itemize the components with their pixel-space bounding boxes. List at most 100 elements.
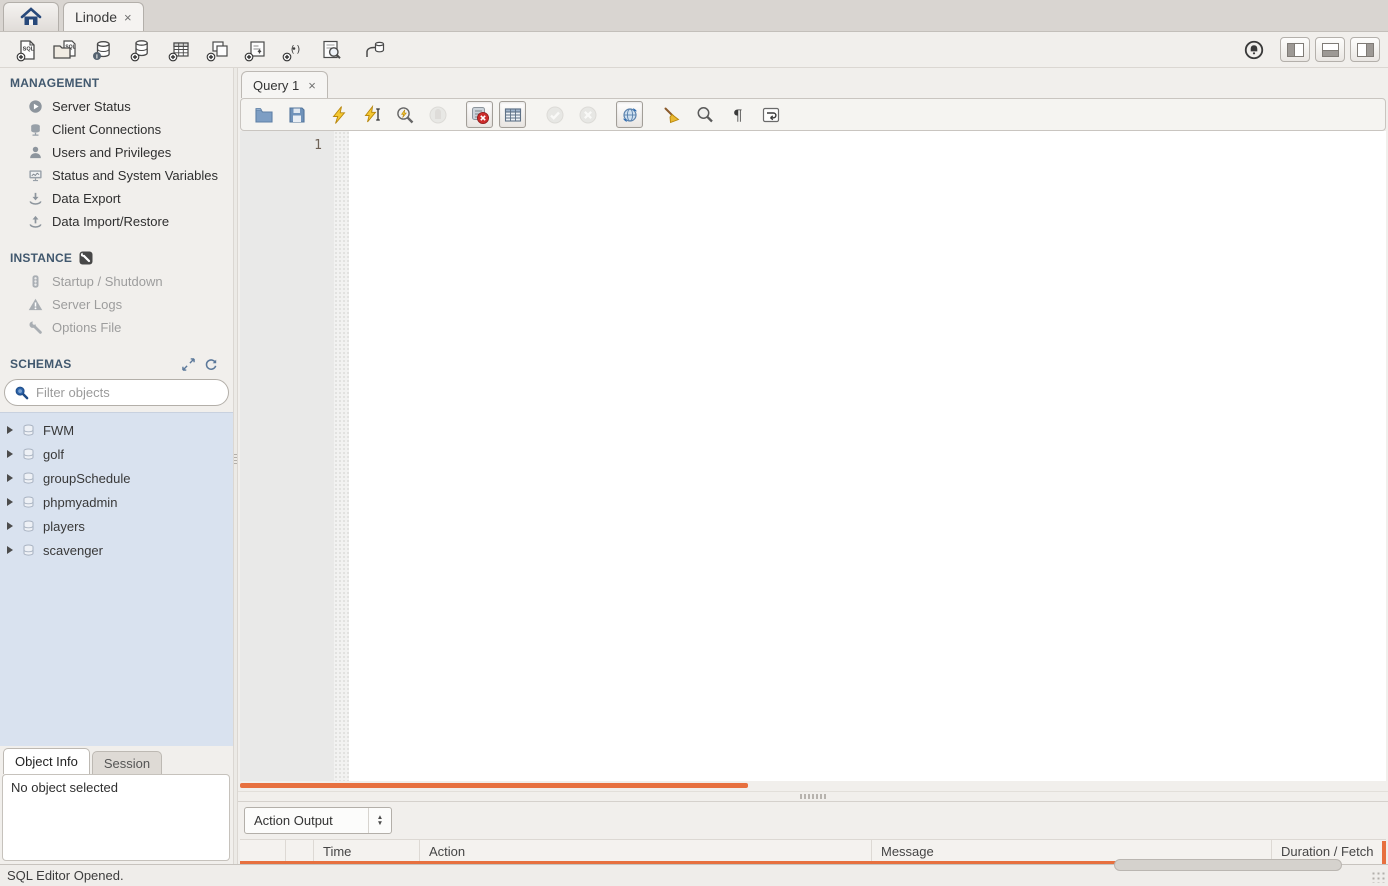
line-number-gutter: 1 [240, 131, 334, 781]
main-toolbar: SQL SQL i [0, 32, 1388, 68]
save-floppy-icon [287, 105, 307, 125]
open-sql-script-button[interactable]: SQL [46, 35, 84, 65]
database-info-button[interactable]: i [84, 35, 122, 65]
search-data-button[interactable] [312, 35, 350, 65]
schema-item-players[interactable]: players [0, 514, 233, 538]
rollback-x-icon [578, 105, 598, 125]
expand-arrow-icon[interactable] [7, 450, 13, 458]
sidebar-item-users-privileges[interactable]: Users and Privileges [0, 141, 233, 164]
code-text-area[interactable] [349, 131, 1386, 781]
save-script-button[interactable] [283, 101, 310, 128]
sidebar-item-label: Options File [52, 320, 121, 335]
find-button[interactable] [691, 101, 718, 128]
schema-name: golf [43, 447, 64, 462]
data-transfer-button[interactable] [356, 35, 394, 65]
sidebar-item-data-export[interactable]: Data Export [0, 187, 233, 210]
output-scrollbar-vertical[interactable] [1382, 841, 1386, 864]
info-tab-bar: Object Info Session [0, 746, 233, 774]
schema-tree: FWM golf groupSchedule phpmyadmin player [0, 412, 233, 746]
home-icon [20, 7, 42, 27]
new-query-tab-button[interactable]: SQL [8, 35, 46, 65]
schema-item-fwm[interactable]: FWM [0, 418, 233, 442]
execute-current-button[interactable] [358, 101, 385, 128]
server-status-icon [27, 99, 43, 115]
expand-arrow-icon[interactable] [7, 474, 13, 482]
tab-query-1[interactable]: Query 1 × [241, 71, 328, 98]
create-function-button[interactable]: () [274, 35, 312, 65]
limit-rows-button[interactable] [499, 101, 526, 128]
refresh-icon[interactable] [204, 358, 218, 371]
output-type-select[interactable]: Action Output ▲▼ [244, 807, 392, 834]
expand-panel-icon[interactable] [182, 358, 195, 371]
query-tab-bar: Query 1 × [238, 68, 1388, 98]
window-resize-grip[interactable] [1371, 871, 1385, 883]
sidebar-item-system-variables[interactable]: Status and System Variables [0, 164, 233, 187]
bottom-panel-icon [1322, 43, 1339, 57]
users-icon [27, 145, 43, 161]
explain-button[interactable] [391, 101, 418, 128]
commit-button[interactable] [541, 101, 568, 128]
connection-tab-linode[interactable]: Linode × [63, 2, 144, 31]
create-schema-icon [128, 38, 154, 62]
execute-button[interactable] [325, 101, 352, 128]
expand-arrow-icon[interactable] [7, 498, 13, 506]
close-icon[interactable]: × [124, 11, 132, 24]
scrollbar-thumb[interactable] [240, 783, 748, 788]
query-tab-label: Query 1 [253, 78, 299, 93]
toggle-left-panel-button[interactable] [1280, 37, 1310, 62]
expand-arrow-icon[interactable] [7, 522, 13, 530]
toggle-bottom-panel-button[interactable] [1315, 37, 1345, 62]
toggle-right-panel-button[interactable] [1350, 37, 1380, 62]
lightning-cursor-icon [362, 105, 382, 125]
vertical-splitter[interactable] [233, 68, 238, 864]
open-file-button[interactable] [250, 101, 277, 128]
output-hscroll-thumb[interactable] [1114, 859, 1342, 871]
status-text: SQL Editor Opened. [7, 868, 124, 883]
rollback-button[interactable] [574, 101, 601, 128]
database-schema-icon [21, 471, 36, 486]
management-section-header: MANAGEMENT [0, 68, 233, 95]
database-schema-icon [21, 543, 36, 558]
expand-arrow-icon[interactable] [7, 546, 13, 554]
tab-object-info[interactable]: Object Info [3, 748, 90, 774]
beautify-button[interactable] [658, 101, 685, 128]
sidebar-item-data-import[interactable]: Data Import/Restore [0, 210, 233, 233]
schema-item-phpmyadmin[interactable]: phpmyadmin [0, 490, 233, 514]
create-table-button[interactable] [160, 35, 198, 65]
sidebar-item-server-logs[interactable]: Server Logs [0, 293, 233, 316]
close-icon[interactable]: × [308, 79, 316, 92]
toggle-stop-on-error-button[interactable] [466, 101, 493, 128]
home-tab[interactable] [3, 2, 59, 31]
stop-button[interactable] [424, 101, 451, 128]
schema-name: phpmyadmin [43, 495, 117, 510]
tab-session[interactable]: Session [92, 751, 162, 774]
pilcrow-icon: ¶ [728, 105, 748, 125]
sql-code-editor[interactable]: 1 [240, 131, 1386, 781]
notification-button[interactable] [1239, 36, 1269, 64]
schema-name: FWM [43, 423, 74, 438]
create-view-button[interactable] [198, 35, 236, 65]
create-procedure-button[interactable] [236, 35, 274, 65]
schema-item-scavenger[interactable]: scavenger [0, 538, 233, 562]
create-schema-button[interactable] [122, 35, 160, 65]
sidebar: MANAGEMENT Server Status Client Connecti… [0, 68, 233, 864]
toggle-invisibles-button[interactable]: ¶ [724, 101, 751, 128]
schema-item-groupschedule[interactable]: groupSchedule [0, 466, 233, 490]
expand-arrow-icon[interactable] [7, 426, 13, 434]
sidebar-item-label: Status and System Variables [52, 168, 218, 183]
splitter-grip [800, 794, 826, 799]
splitter-grip [234, 454, 237, 466]
toggle-wrap-button[interactable] [757, 101, 784, 128]
editor-area: Query 1 × [238, 68, 1388, 864]
sidebar-item-startup-shutdown[interactable]: Startup / Shutdown [0, 270, 233, 293]
sidebar-item-server-status[interactable]: Server Status [0, 95, 233, 118]
toggle-autocommit-button[interactable] [616, 101, 643, 128]
sidebar-item-client-connections[interactable]: Client Connections [0, 118, 233, 141]
editor-horizontal-scrollbar[interactable] [240, 781, 1386, 791]
sidebar-item-options-file[interactable]: Options File [0, 316, 233, 339]
output-splitter[interactable] [238, 791, 1388, 802]
schema-filter-input[interactable] [36, 385, 219, 400]
instance-title: INSTANCE [10, 251, 72, 265]
magnifier-icon [695, 105, 715, 125]
schema-item-golf[interactable]: golf [0, 442, 233, 466]
